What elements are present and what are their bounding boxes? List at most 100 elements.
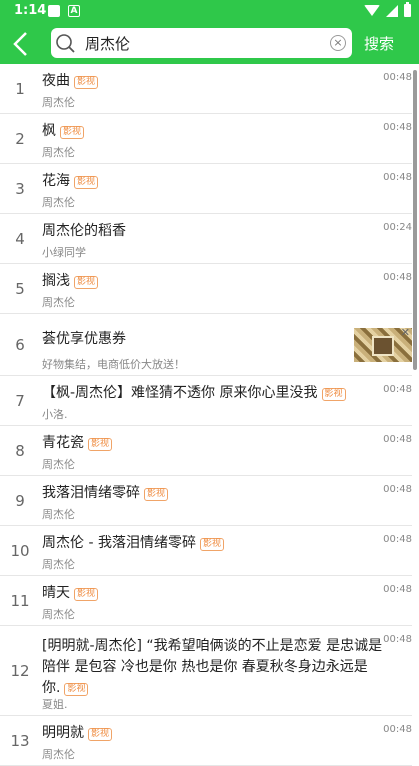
video-badge: 影视 — [74, 176, 99, 189]
row-title-line: 我落泪情绪零碎 影视 — [42, 482, 169, 502]
row-subtitle: 周杰伦 — [42, 748, 75, 761]
search-icon — [56, 34, 75, 53]
search-box[interactable]: × — [51, 28, 352, 58]
back-arrow-icon — [13, 32, 27, 56]
video-badge: 影视 — [74, 588, 99, 601]
signal-icon — [386, 4, 398, 17]
row-index: 1 — [15, 80, 25, 98]
row-subtitle: 周杰伦 — [42, 96, 75, 109]
result-row[interactable]: 3 花海 影视 周杰伦 00:48 — [0, 164, 412, 214]
row-title: 明明就 — [42, 725, 84, 741]
search-input[interactable] — [85, 28, 325, 58]
row-index: 7 — [15, 392, 25, 410]
row-duration: 00:48 — [383, 724, 412, 735]
row-duration: 00:48 — [383, 634, 412, 645]
battery-icon — [404, 2, 411, 17]
row-index: 13 — [10, 732, 30, 750]
row-subtitle: 周杰伦 — [42, 558, 75, 571]
row-title: 我落泪情绪零碎 — [42, 485, 140, 501]
video-badge: 影视 — [199, 538, 224, 551]
result-row[interactable]: 2 枫影视周杰伦 00:48 — [0, 114, 412, 164]
notification-icon — [48, 5, 60, 17]
row-title: 晴天 — [42, 585, 70, 601]
video-badge: 影视 — [60, 126, 85, 139]
row-duration: 00:24 — [383, 222, 412, 233]
row-index: 4 — [15, 230, 25, 248]
row-duration: 00:48 — [383, 72, 412, 83]
row-title-line: 夜曲 影视 — [42, 70, 99, 90]
row-index: 12 — [10, 662, 30, 680]
notification-a-icon: A — [68, 5, 80, 17]
video-badge: 影视 — [74, 76, 99, 89]
video-badge: 影视 — [74, 276, 99, 289]
video-badge: 影视 — [64, 683, 89, 696]
row-duration: 00:48 — [383, 272, 412, 283]
row-index: 2 — [15, 130, 25, 148]
ad-product-thumbnail — [372, 336, 394, 356]
row-title-line: 花海 影视 — [42, 170, 99, 190]
video-badge: 影视 — [88, 438, 113, 451]
row-title: 枫 — [42, 123, 56, 139]
row-title-line: 明明就 影视 — [42, 722, 113, 742]
row-title: 花海 — [42, 173, 70, 189]
row-index: 10 — [10, 542, 30, 560]
row-subtitle: 周杰伦 — [42, 146, 75, 159]
status-icons — [364, 2, 411, 17]
row-duration: 00:48 — [383, 434, 412, 445]
row-title-line: 周杰伦 - 我落泪情绪零碎 影视 — [42, 532, 224, 552]
search-button[interactable]: 搜索 — [364, 33, 394, 54]
result-row[interactable]: 11 晴天 影视周杰伦 00:48 — [0, 576, 412, 626]
clear-search-button[interactable]: × — [330, 35, 346, 51]
row-title-line: [明明就-周杰伦] “我希望咱俩谈的不止是恋爱 是忠诚是陪伴 是包容 冷也是你 … — [42, 636, 384, 699]
row-title: 青花瓷 — [42, 435, 84, 451]
row-subtitle: 小洛. — [42, 408, 68, 421]
search-toolbar: × 搜索 — [0, 24, 419, 64]
row-duration: 00:48 — [383, 584, 412, 595]
result-row[interactable]: 7 【枫-周杰伦】难怪猜不透你 原来你心里没我 影视小洛. 00:48 — [0, 376, 412, 426]
row-subtitle: 周杰伦 — [42, 608, 75, 621]
result-row[interactable]: 4 周杰伦的稻香 小绿同学 00:24 — [0, 214, 412, 264]
back-button[interactable] — [10, 30, 34, 58]
row-title: 夜曲 — [42, 73, 70, 89]
row-title-line: 周杰伦的稻香 — [42, 220, 126, 240]
row-title: 荟优享优惠券 — [42, 331, 126, 347]
row-subtitle: 周杰伦 — [42, 458, 75, 471]
row-subtitle: 夏姐. — [42, 698, 68, 711]
ad-close-icon[interactable]: ✕ — [401, 326, 410, 339]
row-title-line: 晴天 影视 — [42, 582, 99, 602]
row-duration: 00:48 — [383, 172, 412, 183]
result-row[interactable]: 8 青花瓷 影视 周杰伦 00:48 — [0, 426, 412, 476]
row-title: [明明就-周杰伦] “我希望咱俩谈的不止是恋爱 是忠诚是陪伴 是包容 冷也是你 … — [42, 638, 383, 696]
result-row[interactable]: 10 周杰伦 - 我落泪情绪零碎 影视 周杰伦 00:48 — [0, 526, 412, 576]
row-title: 【枫-周杰伦】难怪猜不透你 原来你心里没我 — [42, 385, 318, 401]
row-title: 周杰伦的稻香 — [42, 223, 126, 239]
row-duration: 00:48 — [383, 122, 412, 133]
row-title: 搁浅 — [42, 273, 70, 289]
video-badge: 影视 — [321, 388, 346, 401]
result-row[interactable]: 9 我落泪情绪零碎 影视周杰伦 00:48 — [0, 476, 412, 526]
row-subtitle: 周杰伦 — [42, 508, 75, 521]
result-row[interactable]: 1 夜曲 影视周杰伦 00:48 — [0, 64, 412, 114]
row-title-line: 搁浅 影视 — [42, 270, 99, 290]
row-subtitle: 周杰伦 — [42, 296, 75, 309]
result-row[interactable]: 13 明明就 影视 周杰伦 00:48 — [0, 716, 412, 766]
status-time: 1:14 — [14, 3, 47, 18]
ad-image[interactable]: ✕ — [354, 326, 412, 362]
row-title-line: 枫影视 — [42, 120, 85, 140]
result-row[interactable]: 12 [明明就-周杰伦] “我希望咱俩谈的不止是恋爱 是忠诚是陪伴 是包容 冷也… — [0, 626, 412, 716]
row-duration: 00:48 — [383, 484, 412, 495]
row-index: 5 — [15, 280, 25, 298]
scrollbar[interactable] — [413, 70, 417, 370]
row-index: 6 — [15, 336, 25, 354]
wifi-icon — [364, 5, 380, 16]
row-index: 9 — [15, 492, 25, 510]
ad-row[interactable]: 6 荟优享优惠券 好物集结，电商低价大放送！ ✕ — [0, 314, 412, 376]
row-title: 周杰伦 - 我落泪情绪零碎 — [42, 535, 196, 551]
row-duration: 00:48 — [383, 384, 412, 395]
video-badge: 影视 — [144, 488, 169, 501]
row-index: 3 — [15, 180, 25, 198]
video-badge: 影视 — [88, 728, 113, 741]
result-row[interactable]: 5 搁浅 影视周杰伦 00:48 — [0, 264, 412, 314]
row-index: 11 — [10, 592, 30, 610]
row-index: 8 — [15, 442, 25, 460]
